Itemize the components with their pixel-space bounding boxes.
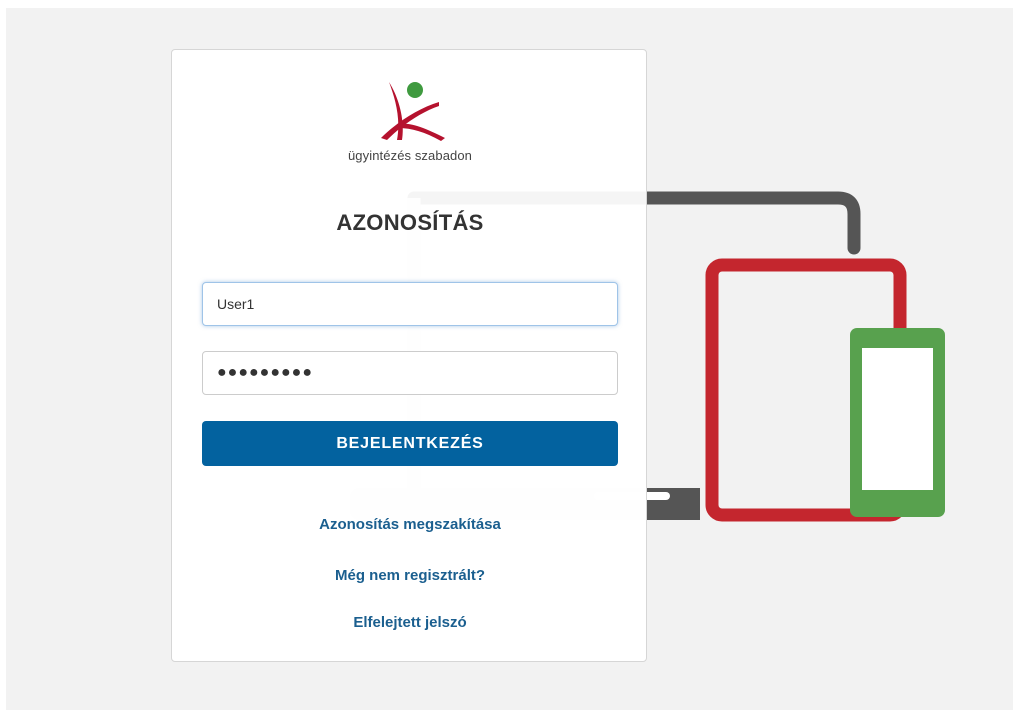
username-input[interactable] — [202, 282, 618, 326]
brand-tagline: ügyintézés szabadon — [347, 148, 473, 163]
password-input[interactable] — [202, 351, 618, 395]
cancel-authentication-link[interactable]: Azonosítás megszakítása — [172, 516, 648, 533]
brand-logo: ügyintézés szabadon — [172, 78, 648, 168]
register-link[interactable]: Még nem regisztrált? — [172, 567, 648, 584]
login-card: ügyintézés szabadon AZONOSÍTÁS BEJELENTK… — [171, 49, 647, 662]
page-title: AZONOSÍTÁS — [336, 210, 484, 235]
forgot-password-link[interactable]: Elfelejtett jelszó — [172, 614, 648, 631]
ugyintezes-logo-icon — [381, 82, 445, 141]
phone-icon — [850, 328, 945, 517]
page-background: ügyintézés szabadon AZONOSÍTÁS BEJELENTK… — [6, 8, 1013, 710]
login-button[interactable]: BEJELENTKEZÉS — [202, 421, 618, 466]
